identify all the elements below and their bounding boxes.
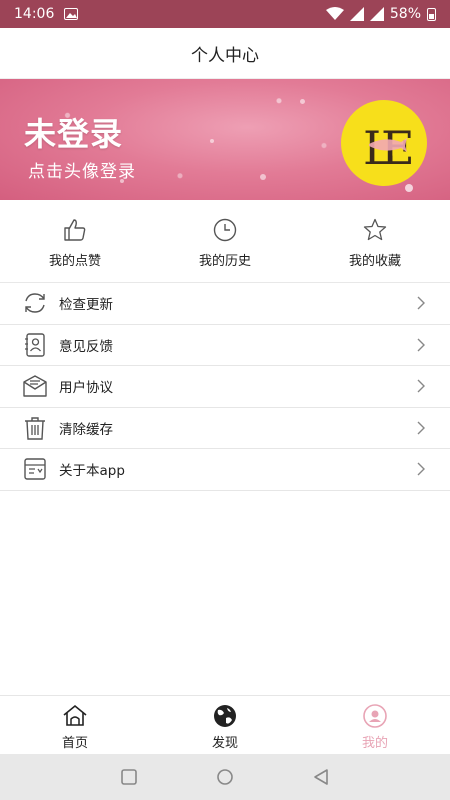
signal-icon [349,7,364,21]
menu-item-check-update[interactable]: 检查更新 [0,283,450,325]
menu-label: 关于本app [59,463,125,480]
home-system-button[interactable] [177,768,273,786]
back-button[interactable] [273,768,369,786]
sparkle [210,139,214,143]
settings-menu: 检查更新 意见反馈 用户协议 清除缓存 关于本app [0,283,450,491]
history-label: 我的历史 [198,254,251,269]
battery-percent: 58% [389,6,421,22]
wifi-icon [325,7,344,20]
trash-icon [25,417,45,440]
system-navigation-bar [0,754,450,800]
menu-label: 意见反馈 [59,338,113,355]
favorites-button[interactable]: 我的收藏 [300,200,450,282]
chevron-right-icon [417,462,425,476]
globe-icon [214,705,236,727]
menu-item-about[interactable]: 关于本app [0,449,450,491]
user-icon [363,704,387,728]
home-circle-icon [217,769,233,785]
menu-item-feedback[interactable]: 意见反馈 [0,325,450,366]
nav-home-label: 首页 [61,736,88,751]
battery-icon [427,7,436,21]
login-status-title: 未登录 [24,115,124,153]
brand-logo-icon: L E [363,121,415,175]
status-bar: 14:06 58% [0,0,450,28]
history-button[interactable]: 我的历史 [150,200,300,282]
menu-item-clear-cache[interactable]: 清除缓存 [0,408,450,449]
nav-discover-label: 发现 [211,736,238,751]
star-icon [363,218,387,241]
sparkle [260,174,266,180]
favorites-label: 我的收藏 [348,254,401,269]
nav-discover[interactable]: 发现 [150,696,300,754]
quick-actions: 我的点赞 我的历史 我的收藏 [0,200,450,283]
avatar[interactable]: L E [341,100,427,186]
nav-home[interactable]: 首页 [0,696,150,754]
nav-mine[interactable]: 我的 [300,696,450,754]
chevron-right-icon [417,421,425,434]
page-title-bar: 个人中心 [0,28,450,79]
image-notification-icon [64,8,79,20]
menu-item-user-agreement[interactable]: 用户协议 [0,366,450,408]
chevron-right-icon [417,379,425,393]
nav-mine-label: 我的 [361,736,388,751]
clock-icon [213,218,237,242]
chevron-right-icon [417,296,425,310]
recents-button[interactable] [81,768,177,786]
menu-label: 用户协议 [59,380,113,397]
chevron-right-icon [417,338,425,351]
thumbs-up-icon [64,219,86,241]
menu-label: 清除缓存 [59,421,113,438]
recents-square-icon [121,769,137,785]
bottom-nav: 首页 发现 我的 [0,695,450,754]
likes-button[interactable]: 我的点赞 [0,200,150,282]
menu-label: 检查更新 [59,297,113,314]
likes-label: 我的点赞 [48,254,101,269]
sparkle [300,99,305,104]
back-triangle-icon [314,769,328,785]
page-title: 个人中心 [191,45,259,66]
signal-icon-2 [369,7,384,21]
mail-icon [23,375,47,397]
feedback-icon [25,333,45,357]
login-prompt[interactable]: 点击头像登录 [28,157,136,182]
home-icon [63,704,87,726]
info-card-icon [24,458,46,480]
refresh-icon [25,293,45,313]
status-time: 14:06 [14,6,55,22]
